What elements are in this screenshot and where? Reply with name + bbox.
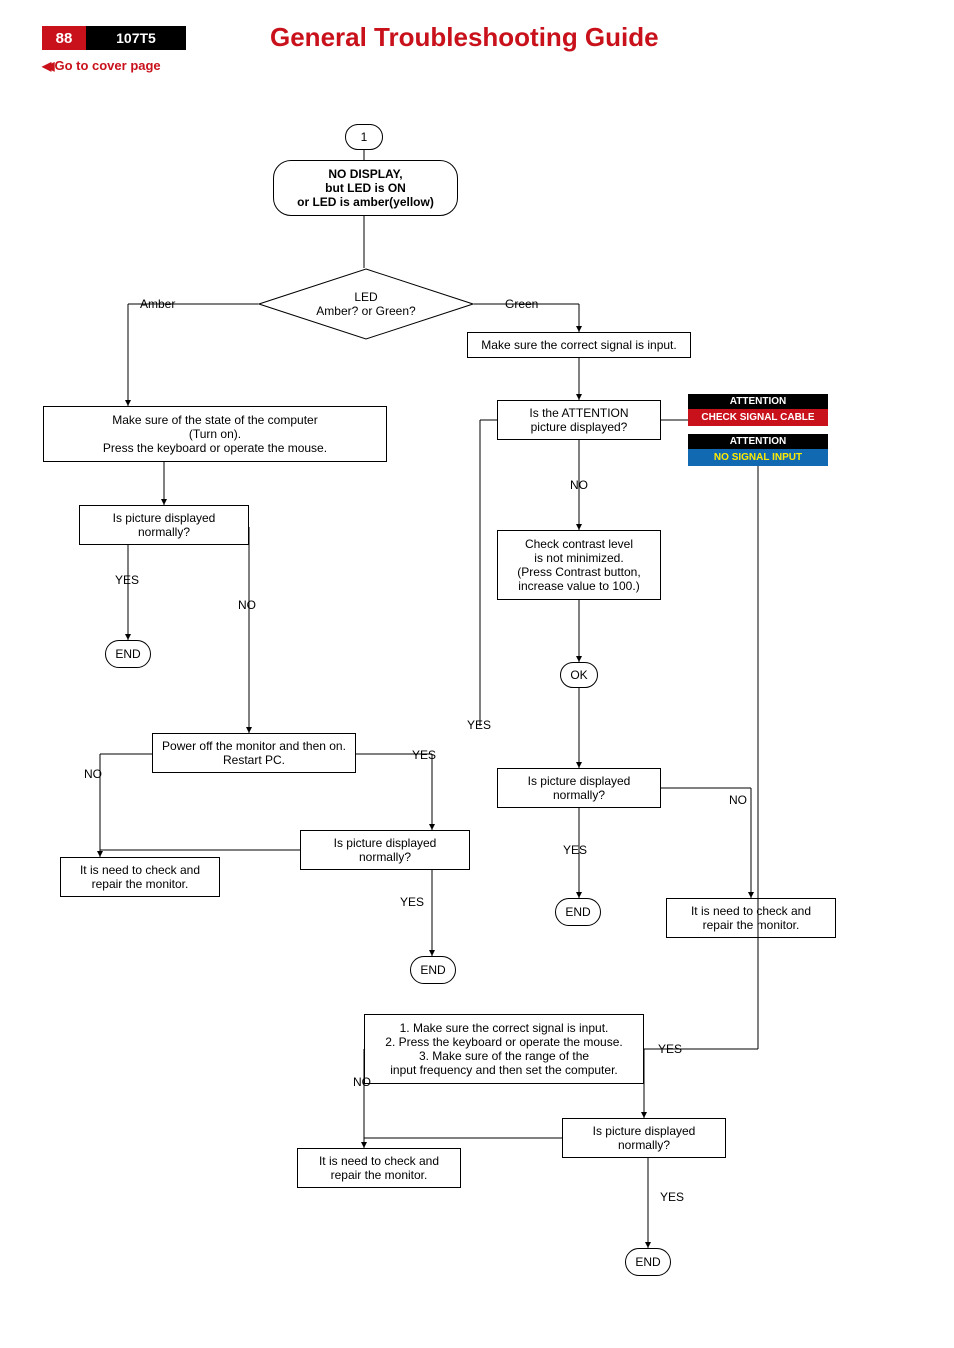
attention-no-signal: ATTENTION NO SIGNAL INPUT	[688, 434, 828, 466]
label-green-branch: Green	[505, 297, 538, 311]
decision-led-color-text: LED Amber? or Green?	[258, 268, 474, 340]
terminator-start-number: 1	[345, 124, 383, 150]
label-no-1: NO	[238, 598, 256, 612]
go-to-cover-link[interactable]: ◀◀ Go to cover page	[42, 58, 161, 73]
terminator-end-4: END	[625, 1248, 671, 1276]
label-no-5: NO	[353, 1075, 371, 1089]
process-check-pc: Make sure of the state of the computer (…	[43, 406, 387, 462]
attention-msg-1: CHECK SIGNAL CABLE	[688, 409, 828, 426]
process-repair-1: It is need to check and repair the monit…	[60, 857, 220, 897]
cover-link-label: Go to cover page	[54, 58, 160, 73]
page-title: General Troubleshooting Guide	[270, 22, 659, 53]
label-yes-3: YES	[563, 843, 587, 857]
attention-msg-2: NO SIGNAL INPUT	[688, 449, 828, 466]
page-number-box: 88	[42, 26, 86, 50]
label-yes-1: YES	[115, 573, 139, 587]
label-no-4: NO	[729, 793, 747, 807]
decision-picture-normal-2: Is picture displayed normally?	[300, 830, 470, 870]
attention-header-2: ATTENTION	[688, 434, 828, 449]
process-repair-2: It is need to check and repair the monit…	[666, 898, 836, 938]
decision-picture-normal-4: Is picture displayed normally?	[562, 1118, 726, 1158]
process-restart-monitor: Power off the monitor and then on. Resta…	[152, 733, 356, 773]
decision-picture-normal-3: Is picture displayed normally?	[497, 768, 661, 808]
label-yes-2a: YES	[412, 748, 436, 762]
terminator-start-title: NO DISPLAY, but LED is ON or LED is ambe…	[273, 160, 458, 216]
flow-connectors	[0, 0, 954, 1348]
terminator-end-1: END	[105, 640, 151, 668]
model-box: 107T5	[86, 26, 186, 50]
label-yes-4a: YES	[658, 1042, 682, 1056]
rewind-icon: ◀◀	[42, 59, 48, 73]
process-check-contrast: Check contrast level is not minimized. (…	[497, 530, 661, 600]
label-yes-attnbranch: YES	[467, 718, 491, 732]
process-repair-3: It is need to check and repair the monit…	[297, 1148, 461, 1188]
label-no-3: NO	[570, 478, 588, 492]
decision-led-color: LED Amber? or Green?	[258, 268, 474, 340]
terminator-ok: OK	[560, 662, 598, 688]
label-yes-4: YES	[660, 1190, 684, 1204]
terminator-end-3: END	[555, 898, 601, 926]
decision-picture-normal-1: Is picture displayed normally?	[79, 505, 249, 545]
terminator-end-2: END	[410, 956, 456, 984]
label-yes-2: YES	[400, 895, 424, 909]
label-amber-branch: Amber	[140, 297, 175, 311]
attention-header-1: ATTENTION	[688, 394, 828, 409]
label-no-2: NO	[84, 767, 102, 781]
attention-check-signal: ATTENTION CHECK SIGNAL CABLE	[688, 394, 828, 426]
process-correct-signal: Make sure the correct signal is input.	[467, 332, 691, 358]
decision-attention-displayed: Is the ATTENTION picture displayed?	[497, 400, 661, 440]
process-attention-steps: 1. Make sure the correct signal is input…	[364, 1014, 644, 1084]
